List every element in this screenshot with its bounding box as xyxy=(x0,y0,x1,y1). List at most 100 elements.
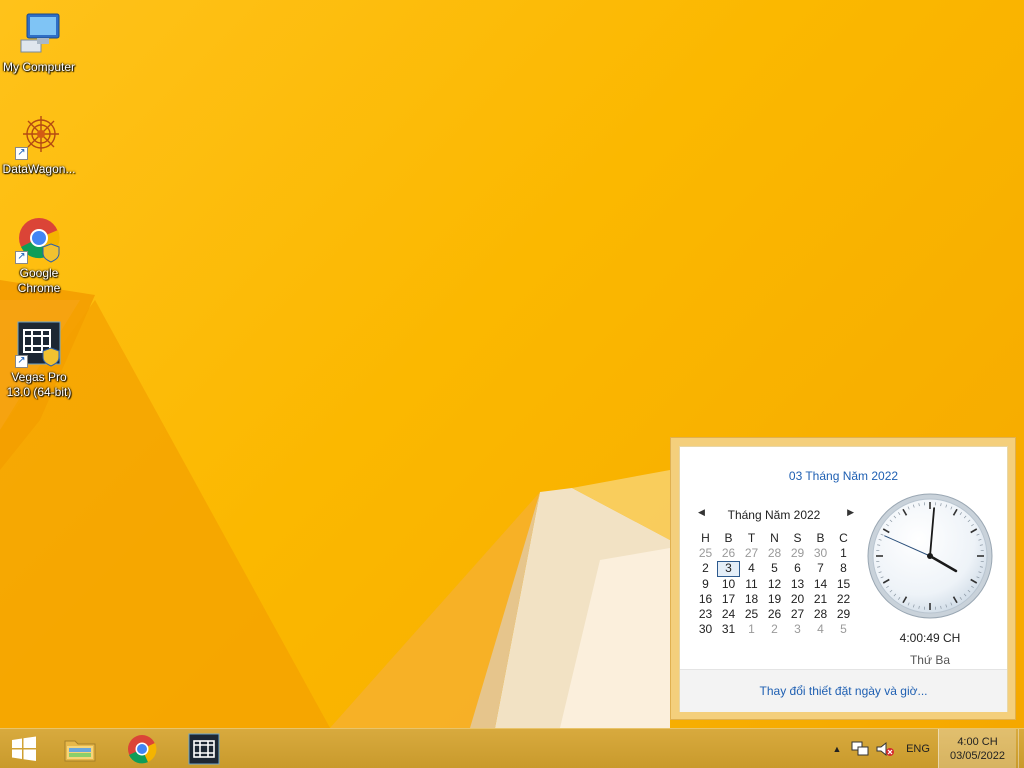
calendar-day[interactable]: 25 xyxy=(740,607,763,622)
calendar-day[interactable]: 15 xyxy=(832,577,855,592)
clock-digital-time: 4:00:49 CH xyxy=(899,631,961,645)
input-language-indicator[interactable]: ENG xyxy=(902,729,934,768)
desktop-icon-label: Google Chrome xyxy=(17,266,61,295)
show-hidden-icons-button[interactable]: ▲ xyxy=(830,729,844,768)
weekday-label: H xyxy=(701,531,710,545)
flyout-footer: Thay đổi thiết đặt ngày và giờ... xyxy=(680,670,1007,712)
calendar-day[interactable]: 6 xyxy=(786,561,809,576)
shortcut-arrow-icon: ↗ xyxy=(15,147,28,160)
calendar-week: 30 31 1 2 3 4 5 xyxy=(694,622,855,637)
weekday-label: C xyxy=(839,531,848,545)
calendar-day[interactable]: 18 xyxy=(740,592,763,607)
start-button[interactable] xyxy=(0,729,48,768)
clock-day-name: Thứ Ba xyxy=(909,653,951,667)
desktop-icon-label: Vegas Pro 13.0 (64-bit) xyxy=(6,370,72,399)
calendar-day[interactable]: 20 xyxy=(786,592,809,607)
calendar-month-title[interactable]: Tháng Năm 2022 xyxy=(694,508,854,522)
weekday-label: B xyxy=(816,531,825,545)
calendar-day[interactable]: 14 xyxy=(809,577,832,592)
calendar-day[interactable]: 2 xyxy=(694,561,717,576)
calendar-week: 23 24 25 26 27 28 29 xyxy=(694,607,855,622)
taskbar-chrome-button[interactable] xyxy=(114,729,170,768)
calendar-day[interactable]: 28 xyxy=(809,607,832,622)
calendar-day[interactable]: 4 xyxy=(740,561,763,576)
network-icon[interactable] xyxy=(850,729,870,768)
calendar-day[interactable]: 13 xyxy=(786,577,809,592)
taskbar-clock[interactable]: 4:00 CH 03/05/2022 xyxy=(938,729,1016,768)
weekday-label: T xyxy=(747,531,756,545)
taskbar-file-explorer-button[interactable] xyxy=(52,729,108,768)
taskbar-vegas-pro-button[interactable] xyxy=(176,729,232,768)
calendar-day[interactable]: 1 xyxy=(832,546,855,561)
calendar-day[interactable]: 30 xyxy=(809,546,832,561)
chrome-icon: ↗ xyxy=(15,216,63,264)
analog-clock xyxy=(867,493,993,619)
calendar-day[interactable]: 29 xyxy=(832,607,855,622)
taskbar-date: 03/05/2022 xyxy=(949,750,1006,762)
calendar-day[interactable]: 12 xyxy=(763,577,786,592)
desktop-icon-google-chrome[interactable]: ↗ Google Chrome xyxy=(0,216,78,296)
calendar-day[interactable]: 22 xyxy=(832,592,855,607)
vegas-pro-icon: ↗ xyxy=(15,320,63,368)
calendar-day[interactable]: 2 xyxy=(763,622,786,637)
calendar-week: 16 17 18 19 20 21 22 xyxy=(694,592,855,607)
long-date-link[interactable]: 03 Tháng Năm 2022 xyxy=(680,469,1007,483)
volume-muted-icon[interactable] xyxy=(874,729,896,768)
calendar-day[interactable]: 4 xyxy=(809,622,832,637)
calendar-day[interactable]: 3 xyxy=(786,622,809,637)
weekday-label: B xyxy=(724,531,733,545)
shortcut-arrow-icon: ↗ xyxy=(15,251,28,264)
show-desktop-button[interactable] xyxy=(1018,729,1024,768)
calendar-nav: ◀ Tháng Năm 2022 ▶ xyxy=(694,507,854,523)
calendar-day[interactable]: 30 xyxy=(694,622,717,637)
calendar-day[interactable]: 5 xyxy=(763,561,786,576)
desktop-icon-label: My Computer xyxy=(2,60,76,74)
weekday-label: S xyxy=(793,531,802,545)
calendar-next-month-button[interactable]: ▶ xyxy=(847,507,854,518)
calendar-day[interactable]: 19 xyxy=(763,592,786,607)
calendar-grid: H B T N S B C 25 26 27 28 29 30 1 2 3 4 … xyxy=(694,531,855,637)
calendar-day[interactable]: 10 xyxy=(717,577,740,592)
calendar-day[interactable]: 31 xyxy=(717,622,740,637)
change-date-time-settings-link[interactable]: Thay đổi thiết đặt ngày và giờ... xyxy=(680,684,1007,698)
calendar-day[interactable]: 25 xyxy=(694,546,717,561)
weekday-label: N xyxy=(770,531,779,545)
calendar-day[interactable]: 26 xyxy=(717,546,740,561)
taskbar: ▲ ENG 4:00 CH 03/05/2022 xyxy=(0,728,1024,768)
calendar-day-today[interactable]: 3 xyxy=(717,561,740,577)
calendar-day[interactable]: 26 xyxy=(763,607,786,622)
clock-flyout: 03 Tháng Năm 2022 ◀ Tháng Năm 2022 ▶ H B… xyxy=(670,437,1016,720)
desktop-icon-my-computer[interactable]: My Computer xyxy=(0,10,78,75)
calendar-day[interactable]: 9 xyxy=(694,577,717,592)
file-explorer-icon xyxy=(64,740,96,762)
calendar-day[interactable]: 7 xyxy=(809,561,832,576)
calendar-day[interactable]: 1 xyxy=(740,622,763,637)
calendar-weekday-header: H B T N S B C xyxy=(694,531,855,546)
calendar-week: 25 26 27 28 29 30 1 xyxy=(694,546,855,561)
calendar-day[interactable]: 24 xyxy=(717,607,740,622)
calendar-day[interactable]: 28 xyxy=(763,546,786,561)
desktop: My Computer ↗ DataWagon... ↗ Google Chro… xyxy=(0,0,1024,728)
calendar-day[interactable]: 21 xyxy=(809,592,832,607)
calendar-day[interactable]: 27 xyxy=(786,607,809,622)
my-computer-icon xyxy=(15,10,63,58)
calendar-week: 2 3 4 5 6 7 8 xyxy=(694,561,855,577)
calendar-day[interactable]: 27 xyxy=(740,546,763,561)
vegas-pro-icon xyxy=(188,733,220,765)
taskbar-time: 4:00 CH xyxy=(957,736,998,748)
calendar-day[interactable]: 29 xyxy=(786,546,809,561)
desktop-icon-datawagon[interactable]: ↗ DataWagon... xyxy=(0,112,78,177)
windows-start-icon xyxy=(12,736,36,761)
chrome-icon xyxy=(128,735,157,764)
calendar-day[interactable]: 8 xyxy=(832,561,855,576)
shortcut-arrow-icon: ↗ xyxy=(15,355,28,368)
calendar-day[interactable]: 16 xyxy=(694,592,717,607)
calendar-day[interactable]: 5 xyxy=(832,622,855,637)
desktop-icon-label: DataWagon... xyxy=(2,162,76,176)
calendar-day[interactable]: 17 xyxy=(717,592,740,607)
desktop-icon-vegas-pro[interactable]: ↗ Vegas Pro 13.0 (64-bit) xyxy=(0,320,78,400)
clock-flyout-panel: 03 Tháng Năm 2022 ◀ Tháng Năm 2022 ▶ H B… xyxy=(679,446,1008,712)
datawagon-icon: ↗ xyxy=(15,112,63,160)
calendar-day[interactable]: 11 xyxy=(740,577,763,592)
calendar-day[interactable]: 23 xyxy=(694,607,717,622)
